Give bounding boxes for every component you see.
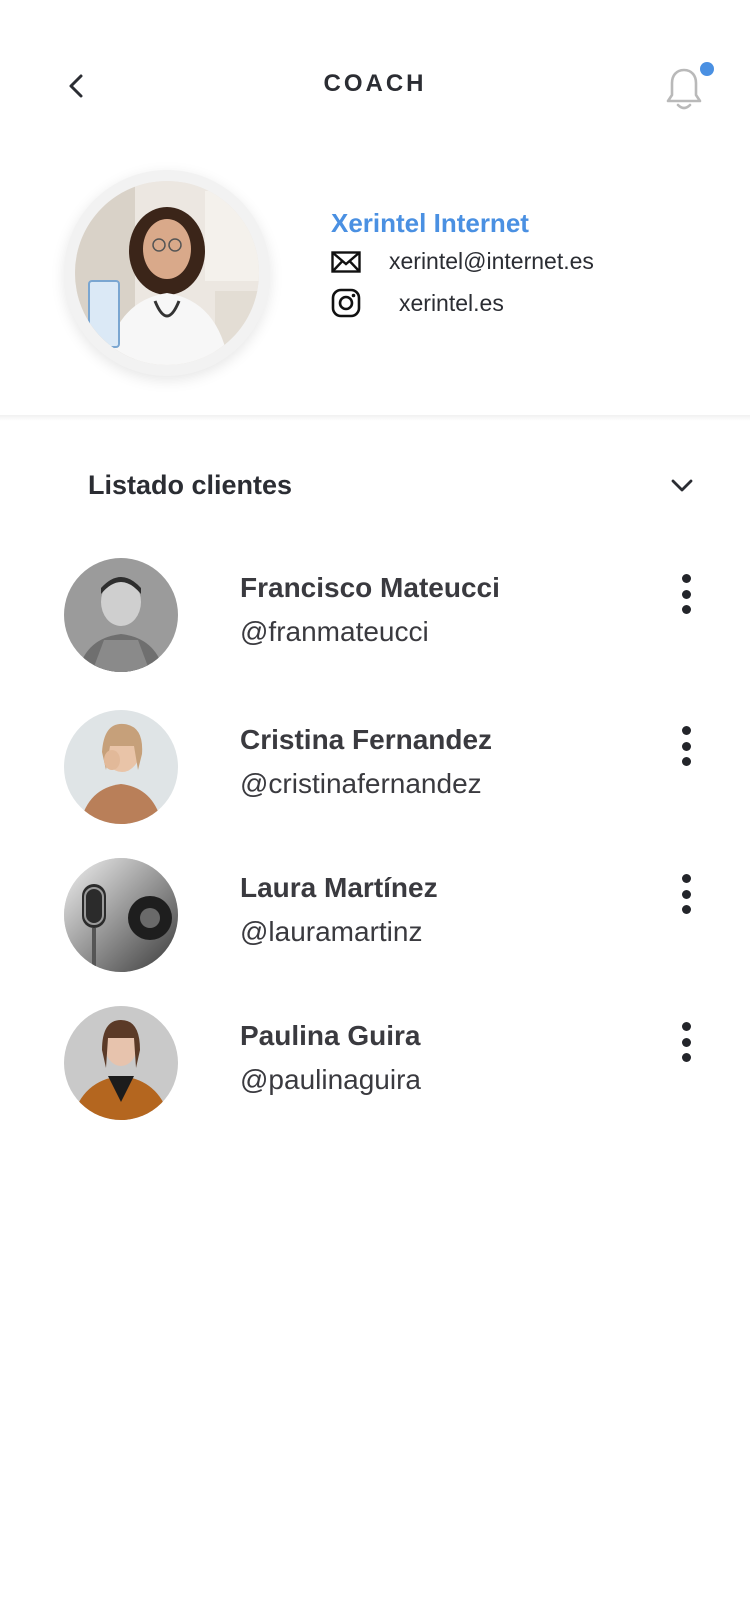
more-icon-dot bbox=[681, 726, 691, 735]
client-avatar bbox=[64, 710, 178, 824]
coach-avatar-frame bbox=[64, 170, 270, 376]
client-name: Francisco Mateucci bbox=[240, 572, 500, 603]
clients-list-title: Listado clientes bbox=[88, 470, 293, 500]
client-name: Cristina Fernandez bbox=[240, 724, 493, 755]
header: COACH bbox=[0, 0, 750, 170]
more-icon-dot bbox=[681, 757, 691, 766]
section-divider bbox=[0, 415, 750, 421]
client-more-options-button[interactable] bbox=[668, 570, 704, 618]
client-avatar bbox=[64, 558, 178, 672]
coach-profile: Xerintel Internet xerintel@internet.es x… bbox=[0, 170, 750, 415]
coach-name: Xerintel Internet bbox=[331, 208, 529, 238]
client-more-options-button[interactable] bbox=[668, 1018, 704, 1066]
more-icon-dot bbox=[681, 741, 691, 751]
client-handle: @cristinafernandez bbox=[240, 768, 482, 799]
more-icon-dot bbox=[681, 905, 691, 914]
page-title: COACH bbox=[323, 70, 427, 97]
more-icon-dot bbox=[681, 574, 691, 583]
client-row[interactable]: Paulina Guira @paulinaguira bbox=[0, 1006, 750, 1126]
client-handle: @lauramartinz bbox=[240, 916, 423, 947]
more-icon-dot bbox=[681, 874, 691, 883]
client-avatar bbox=[64, 858, 178, 972]
more-icon-dot bbox=[681, 1022, 691, 1031]
client-name: Paulina Guira bbox=[240, 1020, 421, 1051]
coach-avatar bbox=[75, 181, 259, 365]
client-name: Laura Martínez bbox=[240, 872, 438, 903]
client-row[interactable]: Cristina Fernandez @cristinafernandez bbox=[0, 710, 750, 830]
bell-icon bbox=[666, 68, 702, 110]
client-more-options-button[interactable] bbox=[668, 722, 704, 770]
more-icon-dot bbox=[681, 1053, 691, 1062]
client-more-options-button[interactable] bbox=[668, 870, 704, 918]
client-handle: @paulinaguira bbox=[240, 1064, 421, 1095]
clients-list-toggle[interactable] bbox=[666, 470, 698, 502]
coach-screen: COACH Xerintel Internet xerintel@interne… bbox=[0, 0, 750, 1624]
clients-list-header[interactable]: Listado clientes bbox=[0, 462, 750, 512]
coach-email-row[interactable]: xerintel@internet.es bbox=[331, 248, 594, 275]
client-handle: @franmateucci bbox=[240, 616, 429, 647]
notification-badge bbox=[700, 62, 714, 76]
chevron-down-icon bbox=[671, 479, 693, 492]
more-icon-dot bbox=[681, 605, 691, 614]
more-icon-dot bbox=[681, 889, 691, 899]
mail-icon bbox=[331, 250, 361, 273]
client-row[interactable]: Laura Martínez @lauramartinz bbox=[0, 858, 750, 978]
more-icon-dot bbox=[681, 589, 691, 599]
coach-instagram: xerintel.es bbox=[399, 289, 504, 316]
client-row[interactable]: Francisco Mateucci @franmateucci bbox=[0, 558, 750, 678]
notifications-button[interactable] bbox=[664, 66, 704, 112]
coach-email: xerintel@internet.es bbox=[389, 248, 594, 274]
client-avatar bbox=[64, 1006, 178, 1120]
coach-instagram-row[interactable]: xerintel.es bbox=[331, 288, 504, 318]
more-icon-dot bbox=[681, 1037, 691, 1047]
instagram-icon bbox=[331, 288, 361, 318]
